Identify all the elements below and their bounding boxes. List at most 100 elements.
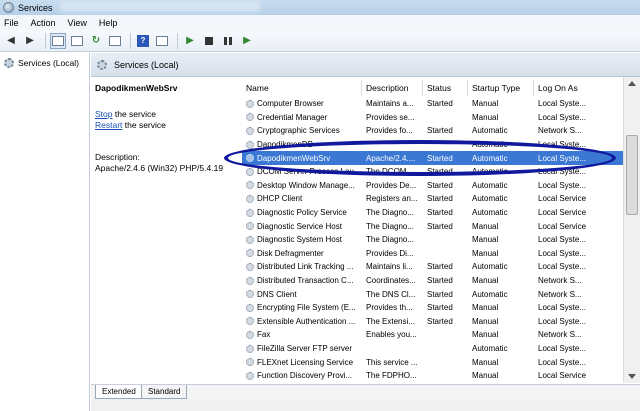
table-row[interactable]: Distributed Transaction C... Coordinates.… [242,274,634,288]
pause-service-icon[interactable] [220,33,236,49]
table-row[interactable]: Cryptographic Services Provides fo... Star… [242,124,634,138]
column-header-status[interactable]: Status [423,80,468,96]
cell-status [427,355,468,369]
cell-log-on-as: Local Syste... [538,357,587,367]
cell-status: Started [427,208,453,218]
view-tabs: Extended Standard [91,384,640,399]
menu-file[interactable]: File [4,18,19,28]
table-row[interactable]: Encrypting File System (E... Provides th.… [242,301,634,315]
cell-startup-type: Manual [472,303,499,313]
service-gear-icon [246,208,254,217]
menu-view[interactable]: View [68,18,87,28]
column-header-log-on-as[interactable]: Log On As [534,80,634,96]
service-name-text: FileZilla Server FTP server [257,344,352,354]
tree-item-label: Services (Local) [18,57,79,68]
tree-item-services-local[interactable]: Services (Local) [4,56,79,69]
refresh-icon[interactable]: ↻ [88,33,104,49]
stop-link[interactable]: Stop [95,109,113,119]
cell-status: Started [427,194,453,204]
table-row[interactable]: DCOM Server Process Lau... The DCOM... Sta… [242,165,634,179]
cell-name: Distributed Transaction C... [246,274,360,288]
stop-service-icon[interactable] [201,33,217,49]
column-header-name[interactable]: Name [242,80,362,96]
scroll-up-icon[interactable] [628,81,636,86]
menu-bar: File Action View Help [0,15,640,30]
title-bar: Services [0,0,640,15]
table-row[interactable]: DHCP Client Registers an... Started Automat… [242,192,634,206]
cell-startup-type: Automatic [472,167,508,177]
service-gear-icon [246,154,254,163]
cell-log-on-as: Local Service [538,371,587,381]
export-list-icon[interactable] [107,33,123,49]
service-gear-icon [246,303,254,312]
restart-link[interactable]: Restart [95,120,122,130]
service-name-text: DHCP Client [257,194,303,204]
cell-status: Started [427,167,453,177]
table-row[interactable]: Extensible Authentication ... The Extensi… [242,315,634,329]
table-row[interactable]: Desktop Window Manage... Provides De... St… [242,179,634,193]
tab-extended[interactable]: Extended [95,385,143,399]
table-row[interactable]: DNS Client The DNS Cl... Started Automatic N… [242,287,634,301]
cell-startup-type: Manual [472,357,499,367]
cell-startup-type: Automatic [472,153,508,163]
table-row[interactable]: FLEXnet Licensing Service This service ..… [242,355,634,369]
cell-status: Started [427,221,453,231]
cell-startup-type: Manual [472,276,499,286]
cell-description: The DCOM... [366,167,414,177]
table-row[interactable]: Function Discovery Provi... The FDPHO... M… [242,369,634,381]
toolbar: ◀ ▶ ↻ ? ▶ ▶ [0,30,640,52]
cell-startup-type: Manual [472,330,499,340]
restart-service-icon[interactable]: ▶ [239,33,255,49]
cell-log-on-as: Local Service [538,194,587,204]
column-header-description[interactable]: Description [362,80,423,96]
pane-header: Services (Local) [91,53,640,77]
menu-help[interactable]: Help [99,18,118,28]
show-hide-console-tree-icon[interactable] [50,32,66,49]
forward-arrow-icon[interactable]: ▶ [22,33,38,49]
back-arrow-icon[interactable]: ◀ [3,33,19,49]
cell-description: The Diagno... [366,208,415,218]
menu-action[interactable]: Action [31,18,56,28]
service-gear-icon [246,99,254,108]
service-gear-icon [246,140,254,149]
table-row[interactable]: Computer Browser Maintains a... Started Man… [242,97,634,111]
service-gear-icon [246,167,254,176]
cell-log-on-as: Local Syste... [538,180,587,190]
show-hide-action-pane-icon[interactable] [154,33,170,49]
cell-description: The FDPHO... [366,371,417,381]
table-row[interactable]: Diagnostic Service Host The Diagno... Star… [242,219,634,233]
table-row[interactable]: Diagnostic Policy Service The Diagno... St… [242,206,634,220]
tab-standard[interactable]: Standard [141,385,188,399]
table-row[interactable]: Distributed Link Tracking ... Maintains l… [242,260,634,274]
service-gear-icon [246,371,254,380]
service-name-text: Function Discovery Provi... [257,371,353,381]
cell-log-on-as: Local Syste... [538,344,587,354]
start-service-icon[interactable]: ▶ [182,33,198,49]
table-row[interactable]: FileZilla Server FTP server Automatic Loca… [242,342,634,356]
help-icon[interactable]: ? [135,33,151,49]
table-row[interactable]: DapodikmenWebSrv Apache/2.4.... Started Aut… [242,151,634,165]
table-row[interactable]: Fax Enables you... Manual Network S... [242,328,634,342]
table-row[interactable]: DapodikmenDB Automatic Local Syste... [242,138,634,152]
cell-startup-type: Manual [472,99,499,109]
scroll-thumb[interactable] [626,135,638,215]
service-name-text: Diagnostic Policy Service [257,208,347,218]
column-header-startup-type[interactable]: Startup Type [468,80,534,96]
properties-icon[interactable] [69,33,85,49]
table-row[interactable]: Credential Manager Provides se... Manual Lo… [242,111,634,125]
toolbar-separator [177,32,178,49]
cell-name: Desktop Window Manage... [246,179,360,193]
cell-description: Enables you... [366,330,417,340]
service-gear-icon [246,126,254,135]
cell-status [427,328,468,342]
cell-name: Extensible Authentication ... [246,315,360,329]
cell-name: Diagnostic Policy Service [246,206,360,220]
service-name-text: Encrypting File System (E... [257,303,356,313]
cell-status [427,369,468,381]
gear-icon [4,57,14,68]
cell-name: Computer Browser [246,97,360,111]
vertical-scrollbar[interactable] [623,77,640,383]
scroll-down-icon[interactable] [628,374,636,379]
table-row[interactable]: Diagnostic System Host The Diagno... Manua… [242,233,634,247]
table-row[interactable]: Disk Defragmenter Provides Di... Manual Loc… [242,247,634,261]
